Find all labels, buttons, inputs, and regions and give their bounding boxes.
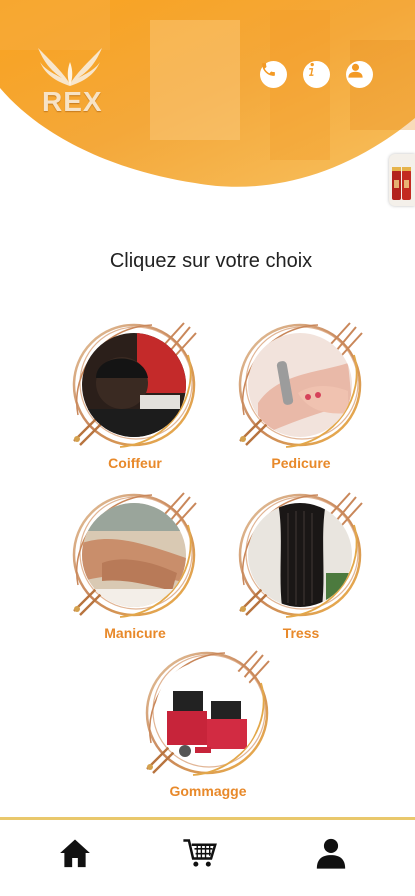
info-button[interactable] <box>303 61 330 88</box>
makeup-case-photo <box>155 661 259 765</box>
cart-icon <box>183 839 217 867</box>
service-label: Manicure <box>104 625 166 641</box>
nav-home-button[interactable] <box>58 836 92 870</box>
profile-icon <box>316 838 346 869</box>
nav-profile-button[interactable] <box>314 836 348 870</box>
service-pedicure[interactable]: Pedicure <box>226 315 376 475</box>
service-gommagge[interactable]: Gommagge <box>133 643 283 803</box>
account-button[interactable] <box>346 61 373 88</box>
logo-text: REX <box>42 86 103 117</box>
floating-product-thumbnail[interactable] <box>389 154 415 206</box>
service-label: Gommagge <box>169 783 247 799</box>
app-header: REX <box>0 0 415 200</box>
service-coiffeur[interactable]: Coiffeur <box>60 315 210 475</box>
bottom-navigation <box>0 820 415 896</box>
service-label: Tress <box>282 625 320 641</box>
info-icon <box>309 62 314 76</box>
home-icon <box>60 839 90 868</box>
barber-photo <box>82 333 186 437</box>
service-manicure[interactable]: Manicure <box>60 485 210 645</box>
user-icon <box>348 63 363 78</box>
phone-icon <box>262 63 275 76</box>
braids-photo <box>248 503 352 607</box>
phoenix-icon <box>38 48 102 86</box>
nail-photo <box>248 333 352 437</box>
service-label: Pedicure <box>271 455 331 471</box>
nav-cart-button[interactable] <box>182 836 217 870</box>
page-title: Cliquez sur votre choix <box>109 250 313 272</box>
service-tress[interactable]: Tress <box>226 485 376 645</box>
product-jars-image <box>392 167 411 200</box>
service-label: Coiffeur <box>108 455 162 471</box>
hand-massage-photo <box>82 503 186 607</box>
phone-button[interactable] <box>260 61 287 88</box>
